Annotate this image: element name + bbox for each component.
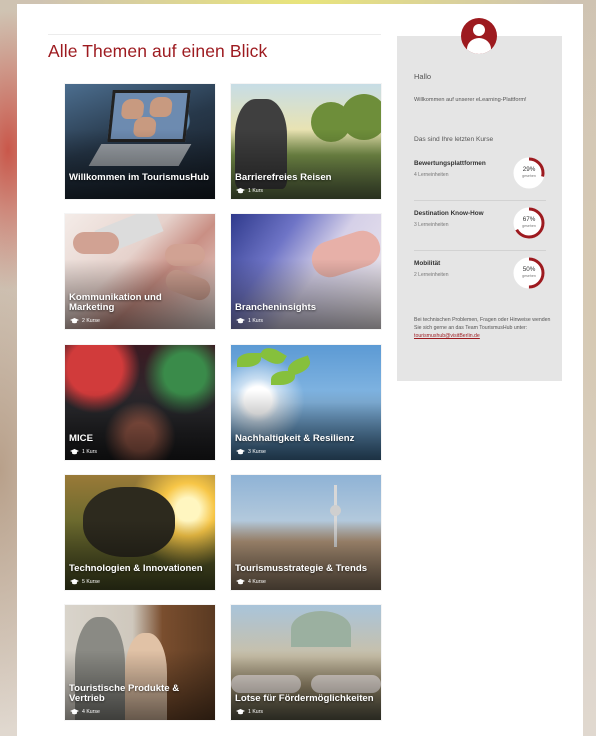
topic-tile-kommunikation-marketing[interactable]: Kommunikation und Marketing 2 Kurse bbox=[65, 214, 215, 329]
course-units: 4 Lerneinheiten bbox=[414, 172, 449, 178]
topic-tile-willkommen[interactable]: Willkommen im TourismusHub bbox=[65, 84, 215, 199]
graduation-cap-icon bbox=[70, 709, 79, 715]
topic-tile-tourismusstrategie[interactable]: Tourismusstrategie & Trends 4 Kurse bbox=[231, 475, 381, 590]
progress-label: gesehen bbox=[522, 224, 536, 228]
topic-tile-touristische-produkte[interactable]: Touristische Produkte & Vertrieb 4 Kurse bbox=[65, 605, 215, 720]
topic-course-count: 1 Kurs bbox=[236, 188, 263, 194]
topic-course-count: 4 Kurse bbox=[236, 579, 266, 585]
progress-label: gesehen bbox=[522, 274, 536, 278]
topic-title: Touristische Produkte & Vertrieb bbox=[69, 683, 180, 704]
topic-tile-foerdermoeglichkeiten[interactable]: Lotse für Fördermöglichkeiten 1 Kurs bbox=[231, 605, 381, 720]
divider bbox=[414, 200, 546, 201]
progress-percent: 67% bbox=[522, 216, 536, 223]
graduation-cap-icon bbox=[236, 188, 245, 194]
course-units: 3 Lerneinheiten bbox=[414, 222, 449, 228]
greeting: Hallo bbox=[414, 72, 432, 81]
divider bbox=[414, 250, 546, 251]
support-email-link[interactable]: tourismushub@visitBerlin.de bbox=[414, 333, 480, 339]
topic-title: Tourismusstrategie & Trends bbox=[235, 563, 368, 574]
user-avatar-icon[interactable] bbox=[461, 18, 497, 54]
topic-tile-brancheninsights[interactable]: Brancheninsights 1 Kurs bbox=[231, 214, 381, 329]
topic-course-count: 1 Kurs bbox=[236, 709, 263, 715]
topic-course-count: 3 Kurse bbox=[236, 449, 266, 455]
recent-course-item[interactable]: Bewertungsplattformen 4 Lerneinheiten 29… bbox=[414, 157, 546, 200]
course-name: Bewertungsplattformen bbox=[414, 160, 486, 167]
progress-label: gesehen bbox=[522, 174, 536, 178]
welcome-text: Willkommen auf unserer eLearning-Plattfo… bbox=[414, 97, 527, 103]
topic-title: Technologien & Innovationen bbox=[69, 563, 203, 574]
course-name: Destination Know-How bbox=[414, 210, 484, 217]
graduation-cap-icon bbox=[70, 318, 79, 324]
topic-course-count: 1 Kurs bbox=[70, 449, 97, 455]
topic-course-count: 5 Kurse bbox=[70, 579, 100, 585]
topic-title: Brancheninsights bbox=[235, 302, 317, 313]
recent-course-item[interactable]: Mobilität 2 Lerneinheiten 50% gesehen bbox=[414, 257, 546, 300]
topic-title: Nachhaltigkeit & Resilienz bbox=[235, 433, 355, 444]
topic-course-count: 2 Kurse bbox=[70, 318, 100, 324]
recent-course-item[interactable]: Destination Know-How 3 Lerneinheiten 67%… bbox=[414, 207, 546, 250]
heading-divider bbox=[48, 34, 381, 35]
topic-title: MICE bbox=[69, 433, 93, 444]
topic-tile-nachhaltigkeit[interactable]: Nachhaltigkeit & Resilienz 3 Kurse bbox=[231, 345, 381, 460]
progress-percent: 29% bbox=[522, 166, 536, 173]
graduation-cap-icon bbox=[70, 449, 79, 455]
graduation-cap-icon bbox=[70, 579, 79, 585]
progress-ring: 50% gesehen bbox=[512, 256, 546, 290]
topic-course-count: 1 Kurs bbox=[236, 318, 263, 324]
graduation-cap-icon bbox=[236, 579, 245, 585]
page-title: Alle Themen auf einen Blick bbox=[48, 41, 268, 61]
course-name: Mobilität bbox=[414, 260, 441, 267]
graduation-cap-icon bbox=[236, 449, 245, 455]
topic-title: Willkommen im TourismusHub bbox=[69, 172, 209, 183]
topic-title: Kommunikation und Marketing bbox=[69, 292, 162, 313]
topic-title: Barrierefreies Reisen bbox=[235, 172, 332, 183]
graduation-cap-icon bbox=[236, 709, 245, 715]
topic-tile-technologien[interactable]: Technologien & Innovationen 5 Kurse bbox=[65, 475, 215, 590]
progress-percent: 50% bbox=[522, 266, 536, 273]
topic-tile-mice[interactable]: MICE 1 Kurs bbox=[65, 345, 215, 460]
progress-ring: 67% gesehen bbox=[512, 206, 546, 240]
recent-courses-heading: Das sind Ihre letzten Kurse bbox=[414, 136, 494, 143]
topic-tile-barrierefreies-reisen[interactable]: Barrierefreies Reisen 1 Kurs bbox=[231, 84, 381, 199]
help-text: Bei technischen Problemen, Fragen oder H… bbox=[414, 317, 551, 339]
graduation-cap-icon bbox=[236, 318, 245, 324]
topic-course-count: 4 Kurse bbox=[70, 709, 100, 715]
topic-title: Lotse für Fördermöglichkeiten bbox=[235, 693, 374, 704]
course-units: 2 Lerneinheiten bbox=[414, 272, 449, 278]
progress-ring: 29% gesehen bbox=[512, 156, 546, 190]
